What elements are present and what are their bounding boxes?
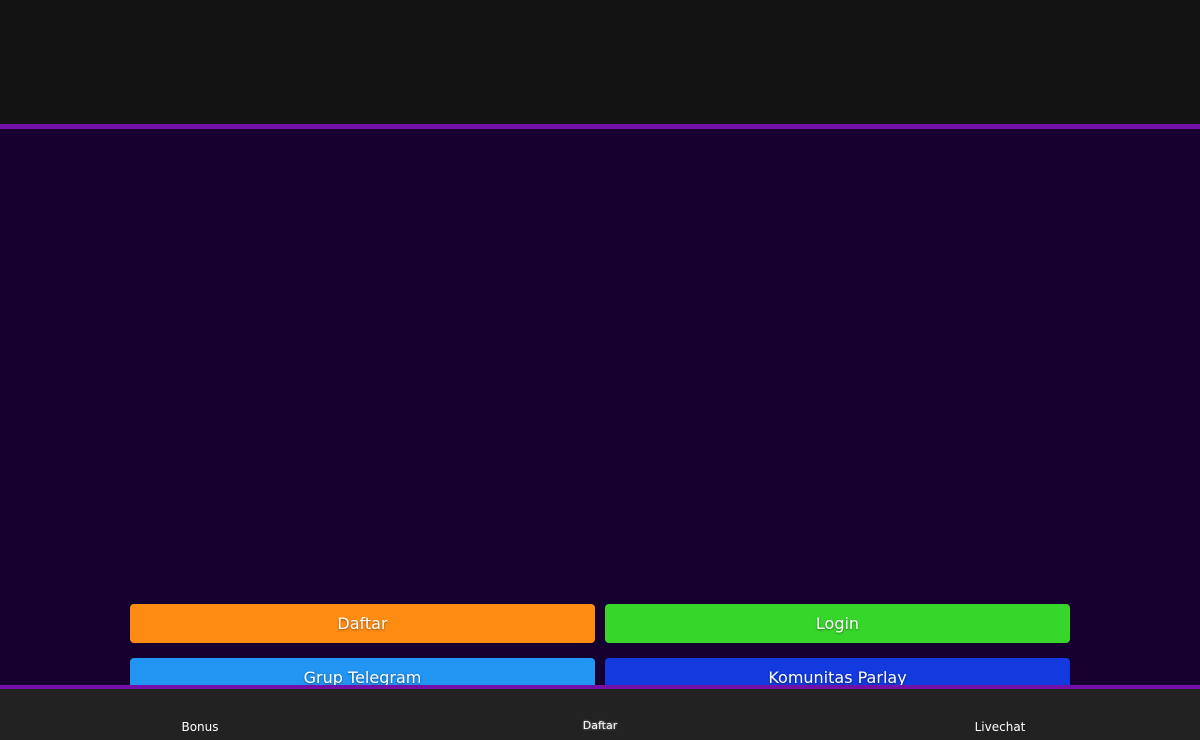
site-header [0, 0, 1200, 124]
main-content: Daftar Login Grup Telegram Komunitas Par… [0, 129, 1200, 685]
bottom-nav: Bonus Daftar Livechat [0, 689, 1200, 740]
page: Daftar Login Grup Telegram Komunitas Par… [0, 0, 1200, 740]
bottom-nav-item-bonus[interactable]: Bonus [0, 689, 400, 740]
bottom-nav-item-daftar[interactable]: Daftar [400, 689, 800, 740]
bottom-nav-label: Livechat [974, 720, 1026, 734]
login-button[interactable]: Login [605, 604, 1070, 643]
bottom-nav-label: Daftar [582, 719, 618, 732]
bottom-nav-label: Bonus [181, 720, 219, 734]
telegram-group-button[interactable]: Grup Telegram [130, 658, 595, 685]
bottom-nav-item-livechat[interactable]: Livechat [800, 689, 1200, 740]
parlay-community-button[interactable]: Komunitas Parlay [605, 658, 1070, 685]
daftar-button[interactable]: Daftar [130, 604, 595, 643]
